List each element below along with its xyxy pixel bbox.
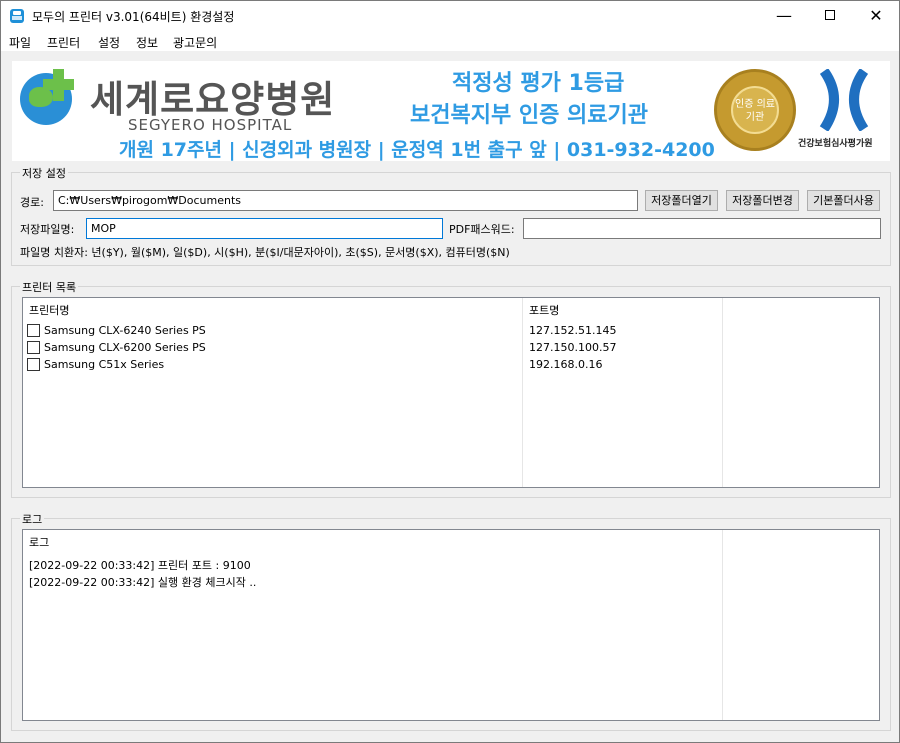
save-settings-title: 저장 설정 xyxy=(20,165,68,181)
window-title: 모두의 프린터 v3.01(64비트) 환경설정 xyxy=(32,10,235,24)
hira-logo-icon xyxy=(819,69,869,131)
ad-banner[interactable]: 세계로요양병원 SEGYERO HOSPITAL 적정성 평가 1등급 보건복지… xyxy=(12,61,890,161)
default-folder-button[interactable]: 기본폴더사용 xyxy=(807,190,880,211)
printer-row[interactable]: Samsung CLX-6200 Series PS 127.150.100.5… xyxy=(23,339,879,356)
path-label: 경로: xyxy=(20,196,44,209)
log-listview[interactable]: 로그 [2022-09-22 00:33:42] 프린터 포트 : 9100 [… xyxy=(22,529,880,721)
column-header-port[interactable]: 포트명 xyxy=(529,302,559,318)
menu-bar: 파일 프린터 설정 정보 광고문의 xyxy=(1,31,899,51)
agency-name: 건강보험심사평가원 xyxy=(798,139,873,149)
printer-name: Samsung CLX-6240 Series PS xyxy=(44,324,206,337)
printer-name: Samsung C51x Series xyxy=(44,358,165,371)
close-button[interactable]: ✕ xyxy=(853,1,899,31)
maximize-icon xyxy=(825,10,835,20)
column-header-log[interactable]: 로그 xyxy=(29,534,49,550)
printer-list-group: 프린터 목록 프린터명 포트명 Samsung CLX-6240 Series … xyxy=(11,279,891,498)
printer-listview[interactable]: 프린터명 포트명 Samsung CLX-6240 Series PS 127.… xyxy=(22,297,880,488)
hospital-cross-logo-bar xyxy=(43,79,74,90)
pdf-password-input[interactable] xyxy=(523,218,881,239)
printer-checkbox[interactable] xyxy=(27,358,40,371)
title-bar[interactable]: 모두의 프린터 v3.01(64비트) 환경설정 — ✕ xyxy=(1,1,899,31)
log-group: 로그 로그 [2022-09-22 00:33:42] 프린터 포트 : 910… xyxy=(11,511,891,731)
log-entry: [2022-09-22 00:33:42] 프린터 포트 : 9100 xyxy=(29,559,251,572)
certification-seal-icon: 인증 의료기관 xyxy=(714,69,796,151)
menu-file[interactable]: 파일 xyxy=(9,34,31,51)
seal-label: 인증 의료기관 xyxy=(731,86,779,134)
maximize-button[interactable] xyxy=(807,1,853,31)
column-header-printer-name[interactable]: 프린터명 xyxy=(29,302,69,318)
printer-name: Samsung CLX-6200 Series PS xyxy=(44,341,206,354)
hospital-name-en: SEGYERO HOSPITAL xyxy=(128,116,293,134)
open-folder-button[interactable]: 저장폴더열기 xyxy=(645,190,718,211)
hospital-name: 세계로요양병원 xyxy=(90,78,336,121)
minimize-button[interactable]: — xyxy=(761,1,807,31)
evaluation-grade: 적정성 평가 1등급 xyxy=(452,71,625,96)
printer-row[interactable]: Samsung C51x Series 192.168.0.16 xyxy=(23,356,879,373)
menu-settings[interactable]: 설정 xyxy=(98,34,120,51)
menu-ad-inquiry[interactable]: 광고문의 xyxy=(173,34,217,51)
filename-label: 저장파일명: xyxy=(20,223,75,236)
printer-checkbox[interactable] xyxy=(27,324,40,337)
printer-port: 127.152.51.145 xyxy=(529,324,617,337)
printer-row[interactable]: Samsung CLX-6240 Series PS 127.152.51.14… xyxy=(23,322,879,339)
printer-port: 192.168.0.16 xyxy=(529,358,603,371)
printer-app-icon xyxy=(10,9,24,23)
column-divider xyxy=(722,530,723,720)
log-entry: [2022-09-22 00:33:42] 실행 환경 체크시작 .. xyxy=(29,576,257,589)
menu-info[interactable]: 정보 xyxy=(136,34,158,51)
filename-input[interactable]: MOP xyxy=(86,218,443,239)
path-input[interactable]: C:₩Users₩pirogom₩Documents xyxy=(53,190,638,211)
certification-text: 보건복지부 인증 의료기관 xyxy=(410,103,648,128)
printer-list-title: 프린터 목록 xyxy=(20,279,79,295)
settings-window: 모두의 프린터 v3.01(64비트) 환경설정 — ✕ 파일 프린터 설정 정… xyxy=(0,0,900,743)
change-folder-button[interactable]: 저장폴더변경 xyxy=(726,190,799,211)
save-settings-group: 저장 설정 경로: C:₩Users₩pirogom₩Documents 저장폴… xyxy=(11,165,891,266)
filename-substitution-hint: 파일명 치환자: 년($Y), 월($M), 일($D), 시($H), 분($… xyxy=(20,246,510,259)
hospital-info: 개원 17주년 | 신경외과 병원장 | 운정역 1번 출구 앞 | 031-9… xyxy=(119,139,715,161)
pdf-password-label: PDF패스워드: xyxy=(449,223,515,236)
log-title: 로그 xyxy=(20,511,45,527)
printer-port: 127.150.100.57 xyxy=(529,341,617,354)
menu-printer[interactable]: 프린터 xyxy=(47,34,80,51)
printer-checkbox[interactable] xyxy=(27,341,40,354)
